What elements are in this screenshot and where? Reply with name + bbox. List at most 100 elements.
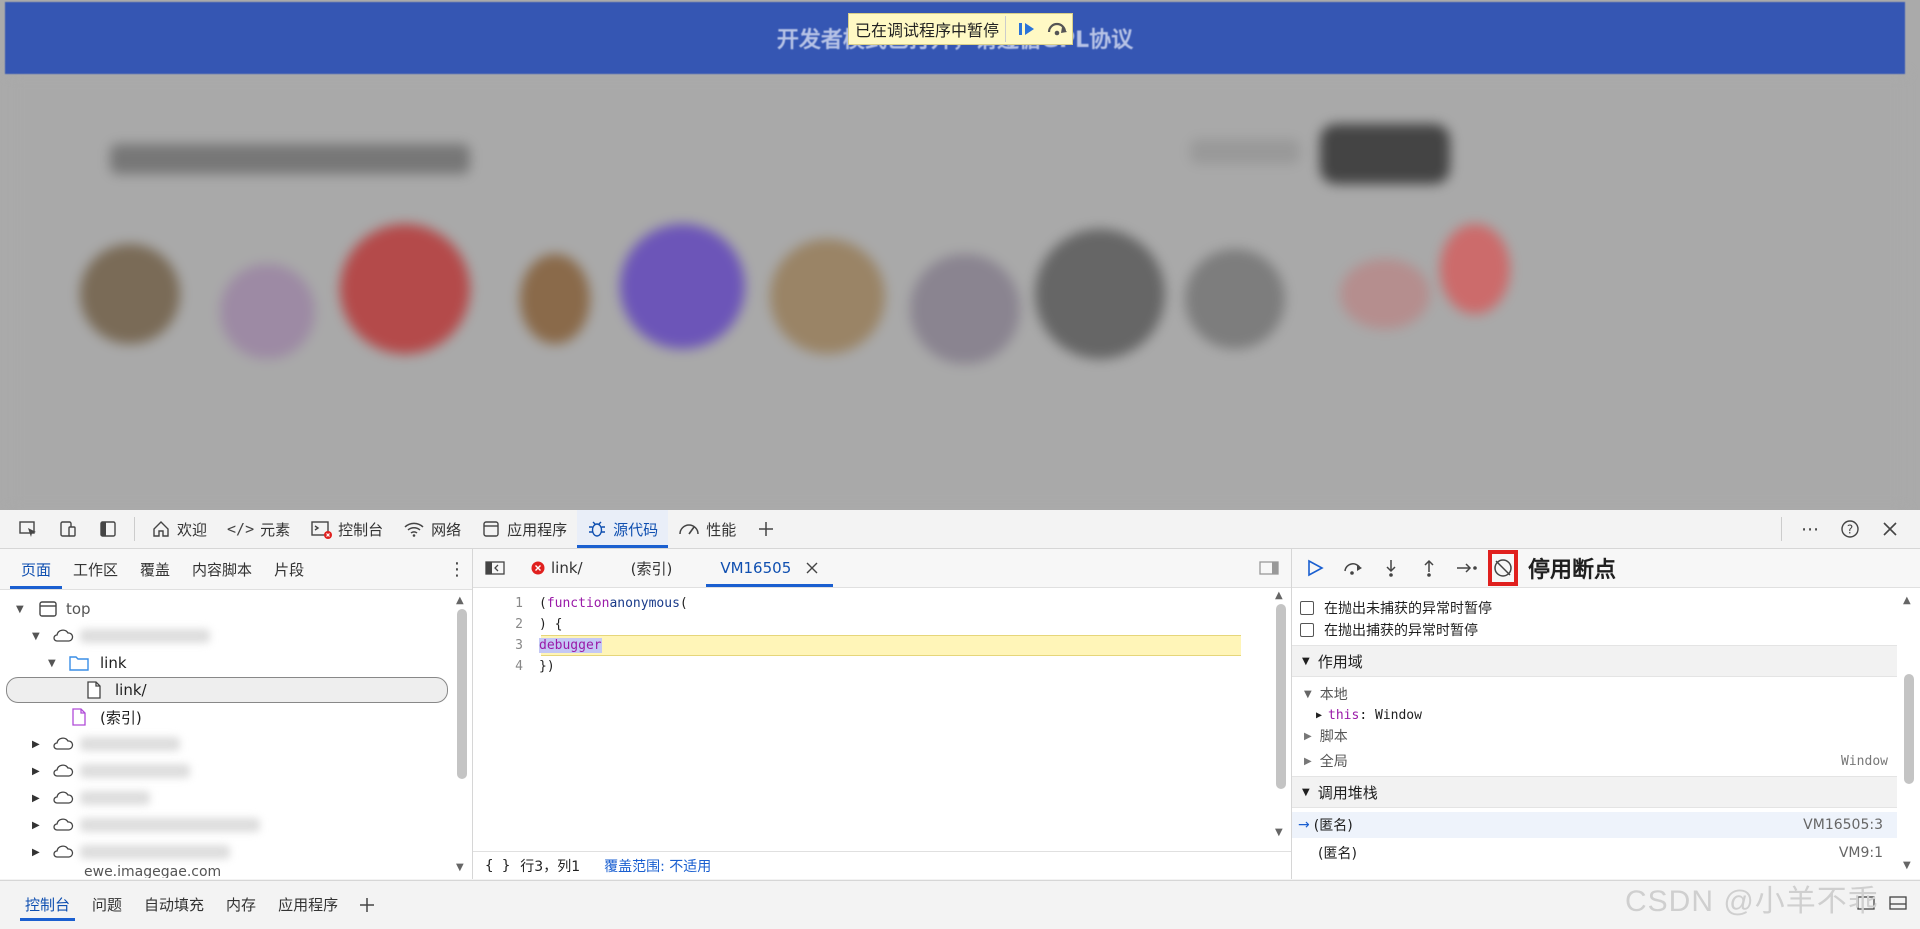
tab-sources[interactable]: 源代码	[577, 510, 669, 548]
navigator-more-icon[interactable]: ⋮	[442, 559, 472, 580]
tree-item-domain-collapsed[interactable]: ▶	[32, 839, 230, 865]
coverage-info[interactable]: 覆盖范围: 不适用	[604, 856, 711, 876]
scope-section-header[interactable]: ▼ 作用域	[1292, 645, 1897, 677]
pretty-print-button[interactable]: { }	[485, 858, 510, 874]
navigator-scrollbar[interactable]	[457, 609, 467, 779]
tree-item-partial[interactable]: ewe.imagegae.com	[84, 864, 221, 878]
nav-tab-page[interactable]: 页面	[10, 549, 63, 589]
drawer-tab-console[interactable]: 控制台	[14, 881, 81, 929]
toggle-debugger-icon[interactable]	[1247, 560, 1291, 576]
tree-item-domain-collapsed[interactable]: ▶	[32, 731, 180, 757]
nav-tab-content-scripts[interactable]: 内容脚本	[181, 549, 263, 589]
editor-scrollbar[interactable]	[1276, 604, 1286, 789]
dock-side-icon[interactable]	[88, 510, 128, 548]
tab-network-label: 网络	[431, 520, 462, 539]
wifi-icon	[404, 522, 424, 537]
step-into-button[interactable]	[1372, 549, 1410, 587]
nav-tab-snippets[interactable]: 片段	[263, 549, 315, 589]
toggle-navigator-icon[interactable]	[473, 560, 517, 576]
tree-item-folder-link[interactable]: ▼ link	[48, 650, 127, 676]
code-line-2[interactable]: 2 ) {	[473, 614, 1273, 635]
collapse-arrow-icon: ▶	[32, 792, 40, 804]
drawer-tab-issues[interactable]: 问题	[81, 881, 133, 929]
tab-performance[interactable]: 性能	[668, 510, 746, 548]
watermark: CSDN @小羊不乖	[1625, 885, 1879, 918]
tree-item-file-selected[interactable]: link/	[6, 677, 448, 703]
code-line-3-paused[interactable]: 3 debugger	[473, 635, 1273, 656]
editor-tab-vm-label: VM16505	[720, 559, 792, 577]
nav-tab-workspace[interactable]: 工作区	[62, 549, 129, 589]
tree-item-domain-collapsed[interactable]: ▶	[32, 812, 260, 838]
code-line-1[interactable]: 1 (function anonymous(	[473, 593, 1273, 614]
add-tab-icon[interactable]	[746, 510, 786, 548]
editor-tab-link[interactable]: link/	[517, 549, 597, 587]
callstack-frame-current[interactable]: → (匿名) VM16505:3	[1292, 812, 1897, 838]
step-over-icon	[1047, 22, 1068, 36]
step-over-button[interactable]	[1042, 15, 1072, 43]
device-emulation-icon[interactable]	[48, 510, 88, 548]
scroll-down-icon[interactable]: ▼	[456, 862, 464, 873]
tab-application[interactable]: 应用程序	[471, 510, 577, 548]
blurred-page-content	[10, 74, 1905, 510]
scope-script[interactable]: ▶ 脚本	[1304, 725, 1348, 747]
tree-item-domain-collapsed[interactable]: ▶	[32, 758, 190, 784]
navigator-tabs: 页面 工作区 覆盖 内容脚本 片段 ⋮	[0, 549, 472, 590]
tree-item-top[interactable]: ▼ top	[16, 596, 91, 622]
cursor-position: 行3，列1	[520, 858, 581, 875]
line-number: 3	[515, 638, 523, 653]
tab-welcome-label: 欢迎	[177, 520, 208, 539]
drawer-tab-memory[interactable]: 内存	[215, 881, 267, 929]
editor-tab-vm16505[interactable]: VM16505	[706, 549, 834, 587]
close-drawer-icon[interactable]	[1884, 894, 1920, 916]
pause-caught-option[interactable]: 在抛出捕获的异常时暂停	[1300, 619, 1478, 641]
scroll-down-icon[interactable]: ▼	[1275, 827, 1283, 838]
scroll-up-icon[interactable]: ▲	[1903, 595, 1911, 606]
callstack-section-header[interactable]: ▼ 调用堆栈	[1292, 776, 1897, 808]
scope-local[interactable]: ▼ 本地	[1304, 683, 1348, 705]
console-icon	[311, 521, 333, 539]
resume-icon	[1019, 23, 1035, 35]
debugger-scrollbar[interactable]	[1904, 674, 1914, 784]
scope-global[interactable]: ▶ 全局 Window	[1304, 750, 1888, 772]
help-icon[interactable]: ?	[1830, 510, 1870, 548]
inspect-element-icon[interactable]	[8, 510, 48, 548]
step-out-button[interactable]	[1410, 549, 1448, 587]
scroll-down-icon[interactable]: ▼	[1903, 860, 1911, 871]
gauge-icon	[679, 524, 699, 535]
deactivate-breakpoints-button[interactable]	[1488, 550, 1518, 586]
tree-item-domain-collapsed[interactable]: ▶	[32, 785, 150, 811]
cloud-icon	[53, 818, 74, 831]
step-button[interactable]	[1448, 549, 1486, 587]
tree-item-domain[interactable]: ▼	[32, 623, 210, 649]
tree-item-index[interactable]: (索引)	[70, 704, 142, 730]
resume-button[interactable]	[1296, 549, 1334, 587]
more-options-icon[interactable]: ⋯	[1790, 510, 1830, 548]
nav-tab-overrides[interactable]: 覆盖	[129, 549, 181, 589]
tab-console[interactable]: 控制台	[300, 510, 393, 548]
checkbox-caught[interactable]	[1300, 623, 1314, 637]
cloud-icon	[53, 737, 74, 750]
code-line-4[interactable]: 4 })	[473, 656, 1273, 677]
close-devtools-icon[interactable]	[1870, 510, 1910, 548]
tab-elements[interactable]: </> 元素	[217, 510, 300, 548]
cloud-icon	[53, 629, 74, 642]
scroll-up-icon[interactable]: ▲	[456, 595, 464, 606]
checkbox-uncaught[interactable]	[1300, 601, 1314, 615]
expand-arrow-icon: ▼	[48, 657, 56, 669]
scope-this-entry[interactable]: ▶ this: Window	[1316, 704, 1422, 726]
resume-button[interactable]	[1012, 15, 1042, 43]
scroll-up-icon[interactable]: ▲	[1275, 590, 1283, 601]
editor-tabs: link/ (索引) VM16505	[473, 549, 1291, 588]
tab-network[interactable]: 网络	[393, 510, 471, 548]
callstack-frame[interactable]: (匿名) VM9:1	[1292, 840, 1897, 866]
step-over-button[interactable]	[1334, 549, 1372, 587]
tab-welcome[interactable]: 欢迎	[141, 510, 217, 548]
pause-uncaught-option[interactable]: 在抛出未捕获的异常时暂停	[1300, 597, 1492, 619]
cloud-icon	[53, 791, 74, 804]
line-number: 4	[515, 659, 523, 674]
editor-tab-index[interactable]: (索引)	[617, 549, 687, 587]
drawer-tab-application[interactable]: 应用程序	[267, 881, 349, 929]
drawer-add-tab-icon[interactable]	[349, 897, 385, 913]
tab-elements-label: 元素	[260, 520, 291, 539]
drawer-tab-autofill[interactable]: 自动填充	[133, 881, 215, 929]
